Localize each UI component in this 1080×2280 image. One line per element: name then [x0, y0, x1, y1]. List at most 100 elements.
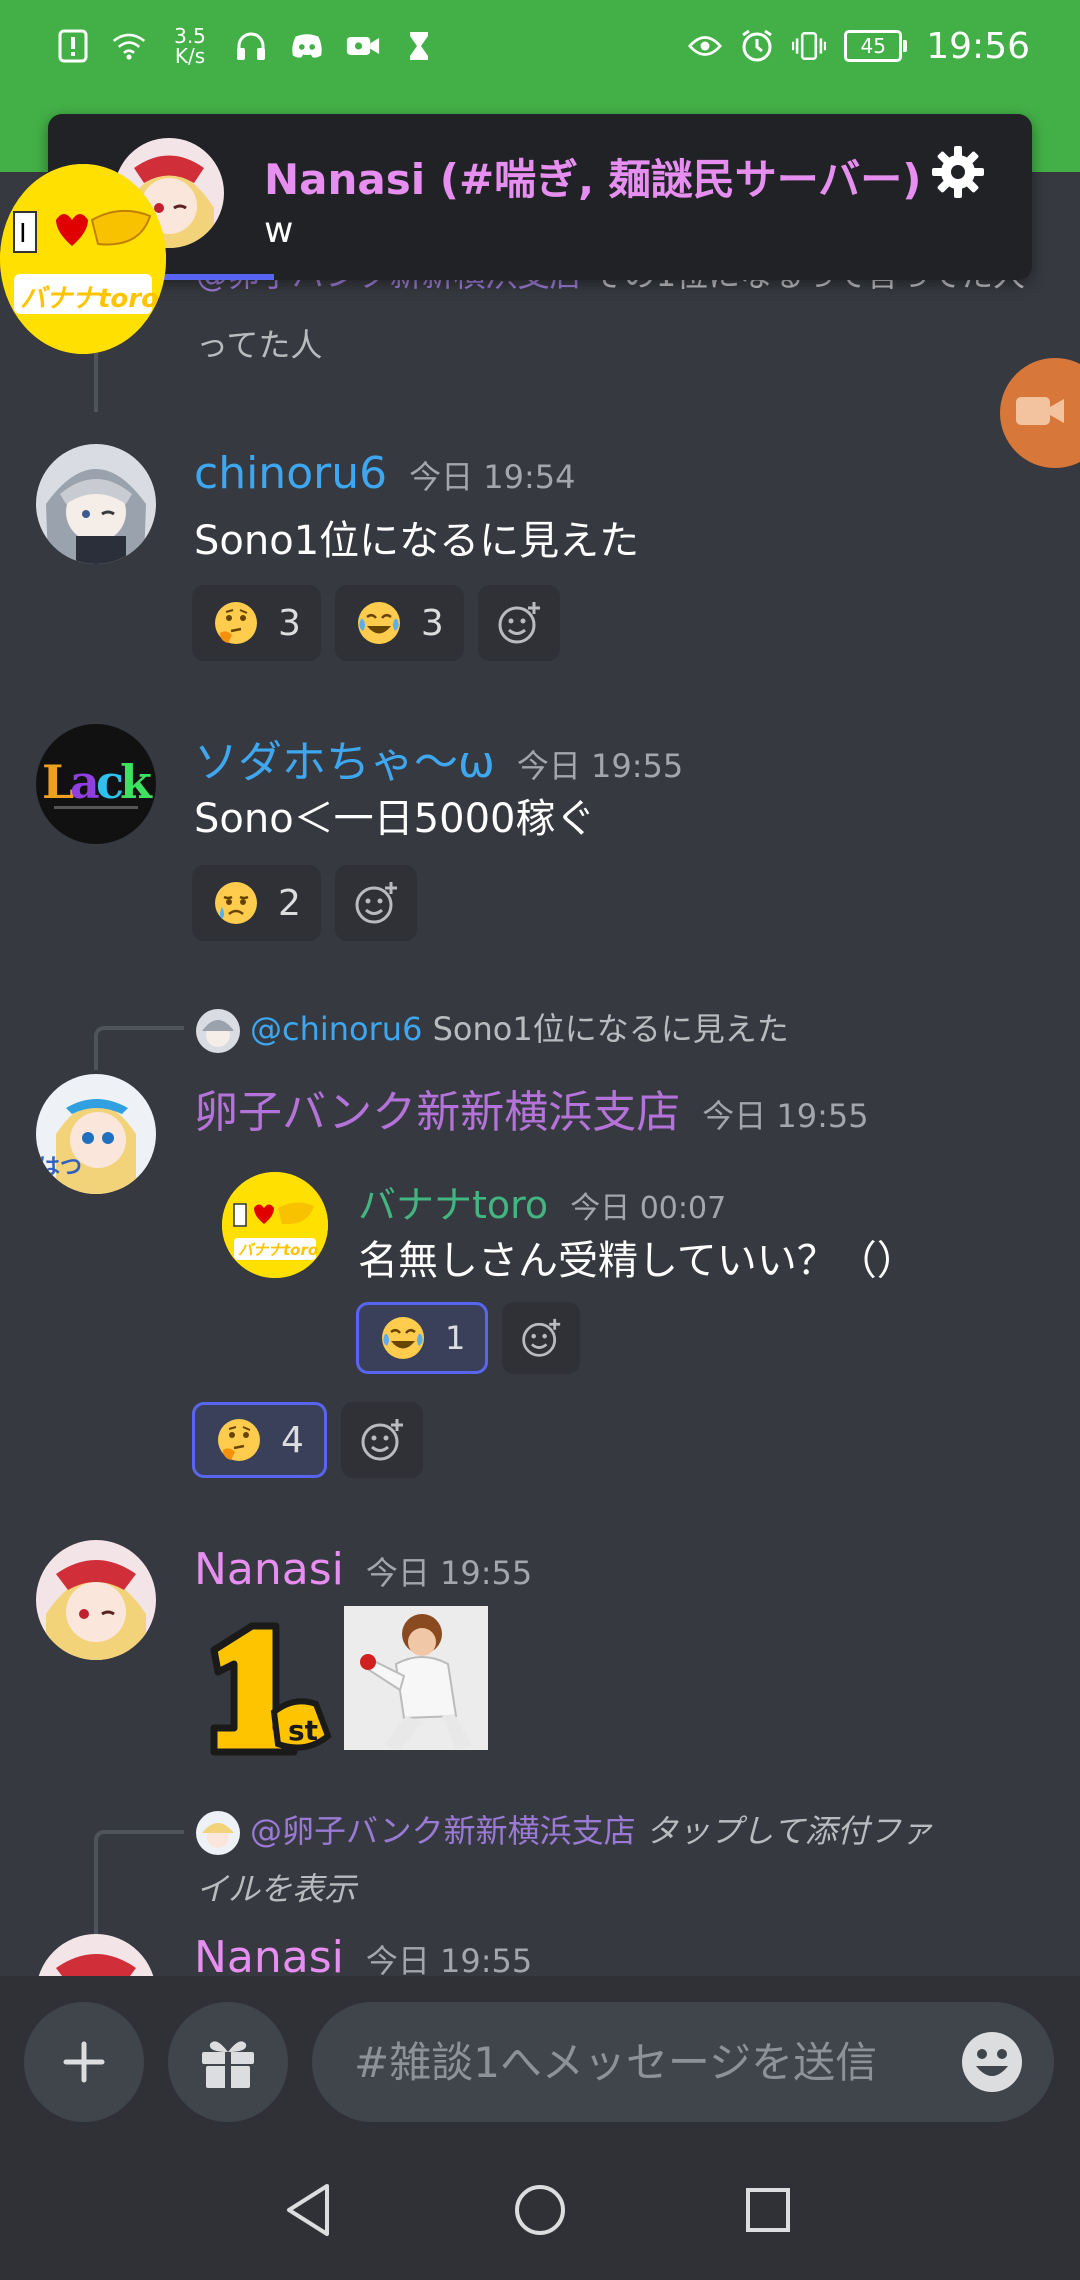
wifi-icon [112, 29, 146, 63]
reply-text-line-1: タップして添付ファ [645, 1812, 933, 1850]
composer-bar [0, 1976, 1080, 2140]
message-timestamp: 今日 19:54 [409, 458, 576, 496]
crying-face-icon [215, 882, 257, 924]
add-reaction-icon [361, 1419, 403, 1461]
message-timestamp: 今日 19:55 [516, 747, 684, 785]
system-navigation-bar [0, 2140, 1080, 2280]
message-timestamp: 今日 19:55 [702, 1097, 869, 1135]
reaction-joy[interactable]: 1 [356, 1302, 489, 1374]
message-author[interactable]: Nanasi 今日 19:55 [194, 1544, 532, 1595]
avatar[interactable] [36, 1540, 156, 1660]
svg-text:I: I [19, 219, 27, 249]
eye-icon [688, 29, 723, 63]
back-triangle-icon [287, 2184, 329, 2236]
reaction-bar: 1 [356, 1302, 581, 1374]
reply-reference[interactable]: @卵子バンク新新横浜支店 タップして添付ファ [196, 1806, 933, 1855]
reply-reference[interactable]: ってた人 [196, 320, 1036, 370]
gift-icon [202, 2041, 254, 2088]
message-author[interactable]: 卵子バンク新新横浜支店 今日 19:55 [194, 1076, 869, 1140]
reply-reference[interactable]: @chinoru6 Sono1位になるに見えた [196, 1004, 789, 1053]
reply-text: Sono1位になるに見えた [432, 1010, 789, 1048]
reply-text: その1位になるって言ってた人 [592, 280, 1025, 294]
clock: 19:56 [926, 25, 1030, 67]
headphones-icon [234, 29, 268, 63]
message-input-container[interactable] [312, 2002, 1054, 2122]
recents-square-icon [746, 2188, 790, 2232]
plus-icon [63, 2041, 105, 2083]
reply-text-line-2: イルを表示 [196, 1870, 357, 1908]
add-reaction-button[interactable] [477, 585, 560, 661]
add-reaction-button[interactable] [502, 1302, 581, 1374]
hourglass-icon [402, 29, 436, 63]
message-timestamp: 今日 19:55 [365, 1942, 533, 1976]
reaction-thinking[interactable]: 3 [192, 585, 321, 661]
message-notification[interactable]: Nanasi (#喘ぎ, 麺謎民サーバー) w [48, 114, 1032, 280]
message-content: Sono＜一日5000稼ぐ [194, 796, 596, 842]
reaction-thinking[interactable]: 4 [192, 1402, 327, 1478]
alert-icon [56, 29, 90, 63]
message-content: Sono1位になるに見えた [194, 518, 640, 564]
discord-icon [290, 29, 324, 63]
reply-mention[interactable]: @chinoru6 [250, 1010, 422, 1048]
message-author[interactable]: chinoru6 今日 19:54 [194, 448, 576, 499]
back-button[interactable] [278, 2180, 338, 2240]
home-button[interactable] [510, 2180, 570, 2240]
embed-content: 名無しさん受精していい？（） [358, 1238, 917, 1284]
alarm-icon [740, 29, 774, 63]
avatar[interactable]: はつ [36, 1074, 156, 1194]
avatar [196, 1009, 240, 1053]
battery-icon: 45 [844, 30, 908, 62]
reply-connector [94, 1026, 184, 1070]
chat-head-bubble[interactable]: I バナナtoro [0, 164, 166, 354]
reaction-bar: 3 3 [192, 585, 560, 661]
reply-reference-line-1: @卵子バンク新新横浜支店 その1位になるって言ってた人 [196, 280, 1025, 296]
message-author[interactable]: ソダホちゃ〜ω 今日 19:55 [194, 726, 683, 790]
reaction-crying[interactable]: 2 [192, 865, 321, 941]
message-author[interactable]: Nanasi 今日 19:55 [194, 1932, 532, 1976]
gear-icon[interactable] [930, 144, 986, 200]
sticker-1st[interactable]: st [194, 1616, 332, 1756]
reply-mention[interactable]: @卵子バンク新新横浜支店 [196, 280, 582, 294]
thinking-face-icon [215, 602, 257, 644]
reaction-joy[interactable]: 3 [334, 585, 464, 661]
home-circle-icon [515, 2185, 565, 2235]
video-camera-icon [346, 29, 380, 63]
embed-author[interactable]: バナナtoro 今日 00:07 [358, 1174, 726, 1229]
attach-button[interactable] [24, 2002, 144, 2122]
reaction-bar: 2 [192, 865, 417, 941]
notification-title: Nanasi (#喘ぎ, 麺謎民サーバー) [264, 155, 922, 204]
add-reaction-icon [355, 882, 397, 924]
message-input[interactable] [352, 2036, 960, 2088]
thinking-face-icon [218, 1419, 260, 1461]
add-reaction-button[interactable] [334, 865, 417, 941]
network-speed: 3.5 K/s [174, 24, 206, 68]
joy-face-icon [382, 1317, 424, 1359]
reply-mention[interactable]: @卵子バンク新新横浜支店 [250, 1812, 636, 1850]
svg-text:はつ: はつ [38, 1155, 82, 1180]
video-camera-icon [1014, 393, 1066, 433]
embedded-message[interactable]: バナナtoro バナナtoro 今日 00:07 名無しさん受精していい？（） 1 [222, 1172, 1022, 1382]
joy-face-icon [357, 602, 400, 644]
add-reaction-icon [498, 602, 540, 644]
reaction-bar: 4 [192, 1402, 423, 1478]
embed-timestamp: 今日 00:07 [570, 1191, 727, 1226]
vibrate-icon [792, 29, 827, 63]
avatar: バナナtoro [222, 1172, 328, 1278]
add-reaction-icon [522, 1318, 561, 1357]
message-list[interactable]: ってた人 @卵子バンク新新横浜支店 その1位になるって言ってた人 chinoru… [0, 280, 1080, 1976]
avatar[interactable] [36, 444, 156, 564]
recents-button[interactable] [738, 2180, 798, 2240]
add-reaction-button[interactable] [340, 1402, 423, 1478]
svg-text:st: st [288, 1714, 318, 1747]
bubble-logo-text: バナナtoro [20, 284, 159, 314]
svg-text:バナナtoro: バナナtoro [238, 1241, 318, 1259]
gift-button[interactable] [168, 2002, 288, 2122]
reply-reference-line-2: ってた人 [196, 326, 323, 364]
avatar[interactable]: Lack [36, 724, 156, 844]
attached-image[interactable] [344, 1606, 488, 1750]
avatar [196, 1811, 240, 1855]
notification-body: w [264, 210, 294, 251]
emoji-picker-icon[interactable] [960, 2030, 1024, 2094]
message-timestamp: 今日 19:55 [365, 1554, 533, 1592]
svg-text:k: k [120, 755, 153, 809]
